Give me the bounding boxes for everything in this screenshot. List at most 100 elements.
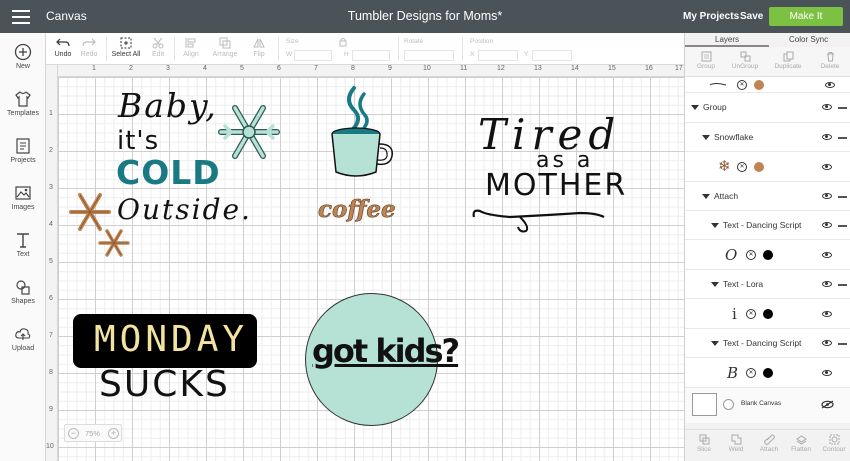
collapse-minus-icon[interactable] [838,196,847,198]
visibility-eye-icon[interactable] [822,134,832,140]
y-input[interactable] [532,50,572,61]
color-swatch[interactable] [763,368,773,378]
swash-flourish-graphic[interactable] [470,205,610,235]
visibility-eye-icon[interactable] [822,311,832,317]
layer-row-partial[interactable]: ✕ [685,77,850,93]
cut-icon[interactable]: ✕ [746,250,756,260]
height-input[interactable] [352,50,390,61]
color-swatch[interactable] [754,80,764,90]
sidebar-item-images[interactable]: Images [0,184,46,211]
layer-row-snowflake-item[interactable]: ❄ ✕ [685,152,850,182]
visibility-eye-icon[interactable] [822,281,832,287]
arrange-menu-button[interactable]: Arrange [210,37,240,58]
visibility-eye-icon[interactable] [822,370,832,376]
ungroup-button[interactable]: UnGroup [729,51,761,70]
group-button[interactable]: Group [695,51,717,70]
hamburger-menu-icon[interactable] [12,10,30,24]
flatten-button[interactable]: Flatten [789,434,813,453]
contour-button[interactable]: Contour [821,434,847,453]
its-text[interactable]: it's [117,126,159,156]
tab-color-sync[interactable]: Color Sync [789,35,828,44]
contour-label: Contour [822,446,846,453]
layer-row-text-dancing-2-item[interactable]: B ✕ [685,358,850,388]
collapse-minus-icon[interactable] [838,284,847,286]
sidebar-item-new[interactable]: New [0,43,46,70]
snowflake-mint-graphic[interactable] [214,100,284,164]
collapse-caret-icon[interactable] [702,194,710,199]
snowflake-copper-small-graphic[interactable] [97,226,131,260]
cold-text[interactable]: COLD [116,153,221,192]
collapse-caret-icon[interactable] [711,341,719,346]
ungroup-icon [740,51,750,62]
layer-row-blank-canvas[interactable]: Blank Canvas [685,388,850,423]
save-button[interactable]: Save [740,11,763,22]
collapse-minus-icon[interactable] [838,343,847,345]
coffee-text[interactable]: coffee [318,196,396,224]
weld-button[interactable]: Weld [725,434,747,453]
flip-menu-button[interactable]: Flip [248,37,270,58]
canvas-color-swatch[interactable] [723,399,734,410]
zoom-in-icon[interactable]: + [108,428,119,439]
cut-icon[interactable]: ✕ [746,309,756,319]
layer-row-snowflake[interactable]: Snowflake [685,123,850,152]
collapse-caret-icon[interactable] [711,282,719,287]
collapse-minus-icon[interactable] [838,225,847,227]
align-menu-button[interactable]: Align [178,37,204,58]
edit-menu-button[interactable]: Edit [146,37,170,58]
rotate-input[interactable] [404,50,454,61]
sidebar-item-upload[interactable]: Upload [0,325,46,352]
coffee-cup-graphic[interactable] [328,86,398,186]
visibility-eye-icon[interactable] [822,193,832,199]
collapse-caret-icon[interactable] [691,105,699,110]
collapse-caret-icon[interactable] [702,135,710,140]
baby-text[interactable]: Baby, [118,86,218,125]
cut-icon[interactable]: ✕ [737,162,747,172]
got-kids-text[interactable]: got kids? [312,332,460,370]
my-projects-link[interactable]: My Projects [683,11,739,22]
redo-button[interactable]: Redo [78,37,100,58]
layer-row-text-dancing-2[interactable]: Text - Dancing Script [685,329,850,358]
layer-row-group[interactable]: Group [685,93,850,123]
sidebar-item-projects[interactable]: Projects [0,137,46,164]
make-it-button[interactable]: Make It [769,7,843,26]
hidden-eye-icon[interactable] [821,400,834,409]
sidebar-item-shapes[interactable]: Shapes [0,278,46,305]
visibility-eye-icon[interactable] [822,340,832,346]
sucks-text[interactable]: SUCKS [99,364,230,405]
cut-icon[interactable]: ✕ [746,368,756,378]
delete-button[interactable]: Delete [819,51,841,70]
collapse-minus-icon[interactable] [838,107,847,109]
monday-text[interactable]: MONDAY [94,319,248,360]
collapse-minus-icon[interactable] [838,137,847,139]
color-swatch[interactable] [763,250,773,260]
color-swatch[interactable] [763,309,773,319]
visibility-eye-icon[interactable] [822,104,832,110]
layer-row-text-lora-item[interactable]: i ✕ [685,299,850,329]
cut-icon[interactable]: ✕ [737,80,747,90]
visibility-eye-icon[interactable] [822,164,832,170]
duplicate-button[interactable]: Duplicate [771,51,805,70]
outside-text[interactable]: Outside. [117,193,252,226]
collapse-caret-icon[interactable] [711,223,719,228]
sidebar-item-text[interactable]: Text [0,231,46,258]
layer-row-text-dancing-1-item[interactable]: O ✕ [685,240,850,270]
visibility-eye-icon[interactable] [822,252,832,258]
sidebar-item-templates[interactable]: Templates [0,90,46,117]
color-swatch[interactable] [754,162,764,172]
select-all-button[interactable]: Select All [110,37,142,58]
layer-row-attach[interactable]: Attach [685,182,850,211]
text-t-icon [17,233,29,248]
layer-row-text-dancing-1[interactable]: Text - Dancing Script [685,211,850,240]
visibility-eye-icon[interactable] [825,82,835,88]
layer-row-text-lora[interactable]: Text - Lora [685,270,850,299]
width-input[interactable] [294,50,332,61]
lock-icon[interactable] [338,37,348,47]
visibility-eye-icon[interactable] [822,222,832,228]
tab-layers[interactable]: Layers [715,35,739,44]
zoom-out-icon[interactable]: − [68,428,79,439]
x-input[interactable] [478,50,518,61]
attach-button[interactable]: Attach [757,434,781,453]
slice-button[interactable]: Slice [693,434,715,453]
undo-button[interactable]: Undo [52,37,74,58]
mother-text[interactable]: MOTHER [485,168,627,203]
